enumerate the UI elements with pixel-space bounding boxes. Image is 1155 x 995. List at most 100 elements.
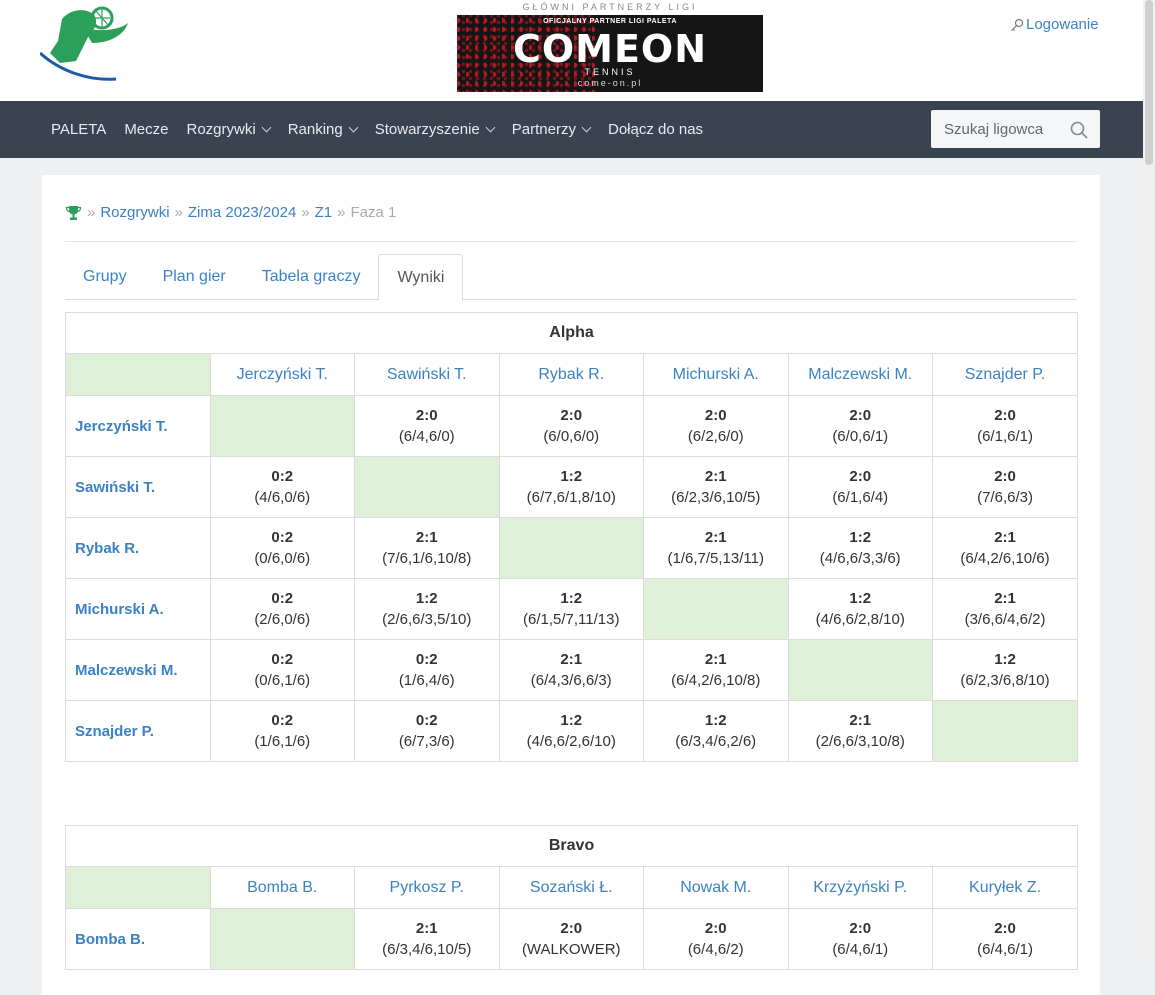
match-score: 0:2 <box>271 468 294 485</box>
tab-plan-gier[interactable]: Plan gier <box>145 254 244 300</box>
column-player-pyrkosz-p[interactable]: Pyrkosz P. <box>354 866 500 909</box>
result-cell[interactable]: 1:2 (4/6,6/3,3/6) <box>787 517 933 579</box>
scrollbar[interactable] <box>1143 0 1155 966</box>
result-cell[interactable]: 0:2 (1/6,4/6) <box>354 639 500 701</box>
result-cell[interactable]: 0:2 (2/6,0/6) <box>209 578 355 640</box>
nav-item-stowarzyszenie[interactable]: Stowarzyszenie <box>374 121 496 138</box>
breadcrumb-item-faza-1: Faza 1 <box>350 204 397 221</box>
result-cell[interactable]: 2:0 (6/1,6/1) <box>931 395 1079 457</box>
result-cell[interactable]: 2:1 (6/4,2/6,10/6) <box>931 517 1079 579</box>
match-score: 2:0 <box>994 407 1016 424</box>
login-link[interactable]: Logowanie <box>1010 16 1099 33</box>
column-player-sawinski-t[interactable]: Sawiński T. <box>354 353 500 396</box>
set-scores: (6/4,3/6,6/3) <box>530 672 612 689</box>
column-player-krzyzynski-p[interactable]: Krzyżyński P. <box>787 866 933 909</box>
result-cell[interactable]: 2:1 (2/6,6/3,10/8) <box>787 700 933 762</box>
result-cell[interactable]: 1:2 (2/6,6/3,5/10) <box>354 578 500 640</box>
result-cell[interactable]: 1:2 (4/6,6/2,6/10) <box>498 700 644 762</box>
result-cell[interactable]: 1:2 (6/1,5/7,11/13) <box>498 578 644 640</box>
column-player-kurylek-z[interactable]: Kuryłek Z. <box>931 866 1079 909</box>
table-row: Bomba B. 2:1 (6/3,4/6,10/5) 2:0 (WALKOWER) 2:… <box>65 908 1079 970</box>
column-player-nowak-m[interactable]: Nowak M. <box>643 866 789 909</box>
paleta-logo[interactable] <box>38 5 135 85</box>
result-cell[interactable]: 2:0 (6/1,6/4) <box>787 456 933 518</box>
result-cell[interactable]: 2:0 (6/4,6/1) <box>931 908 1079 970</box>
tab-wyniki[interactable]: Wyniki <box>378 254 464 301</box>
set-scores: (6/1,5/7,11/13) <box>523 611 620 628</box>
nav-item-rozgrywki[interactable]: Rozgrywki <box>187 121 272 138</box>
result-cell[interactable]: 2:1 (6/4,3/6,6/3) <box>498 639 644 701</box>
result-cell[interactable]: 2:0 (6/4,6/2) <box>643 908 789 970</box>
search-input[interactable] <box>931 111 1061 147</box>
result-cell[interactable]: 1:2 (6/3,4/6,2/6) <box>643 700 789 762</box>
breadcrumb-item-rozgrywki[interactable]: Rozgrywki <box>100 204 169 221</box>
column-player-sznajder-p[interactable]: Sznajder P. <box>931 353 1079 396</box>
nav-menu: PALETA Mecze Rozgrywki Ranking Stowarzyszeni… <box>51 101 721 158</box>
result-cell[interactable]: 2:1 (6/4,2/6,10/8) <box>643 639 789 701</box>
breadcrumb-item-zima-2023-2024[interactable]: Zima 2023/2024 <box>188 204 296 221</box>
tab-grupy[interactable]: Grupy <box>65 254 145 300</box>
set-scores: (6/1,6/1) <box>977 428 1033 445</box>
result-cell[interactable]: 1:2 (4/6,6/2,8/10) <box>787 578 933 640</box>
nav-item-ranking[interactable]: Ranking <box>288 121 359 138</box>
result-cell[interactable]: 0:2 (1/6,1/6) <box>209 700 355 762</box>
row-player-malczewski-m[interactable]: Malczewski M. <box>65 639 211 701</box>
nav-item-mecze[interactable]: Mecze <box>124 121 168 138</box>
result-cell[interactable]: 2:1 (7/6,1/6,10/8) <box>354 517 500 579</box>
sponsor-block: GŁÓWNI PARTNERZY LIGI OFICJALNY PARTNER … <box>457 0 763 93</box>
result-cell[interactable]: 2:0 (6/0,6/0) <box>498 395 644 457</box>
table-row: Michurski A. 0:2 (2/6,0/6) 1:2 (2/6,6/3,5/10… <box>65 578 1079 640</box>
search-icon[interactable] <box>1070 121 1088 139</box>
row-player-jerczynski-t[interactable]: Jerczyński T. <box>65 395 211 457</box>
result-cell[interactable]: 1:2 (6/7,6/1,8/10) <box>498 456 644 518</box>
result-cell[interactable]: 0:2 (4/6,0/6) <box>209 456 355 518</box>
column-player-rybak-r[interactable]: Rybak R. <box>498 353 644 396</box>
match-score: 0:2 <box>415 651 438 668</box>
result-cell[interactable]: 2:0 (6/0,6/1) <box>787 395 933 457</box>
result-cell[interactable]: 2:0 (6/4,6/0) <box>354 395 500 457</box>
column-player-jerczynski-t[interactable]: Jerczyński T. <box>209 353 355 396</box>
column-player-michurski-a[interactable]: Michurski A. <box>643 353 789 396</box>
table-row: Sznajder P. 0:2 (1/6,1/6) 0:2 (6/7,3/6) 1:2 (4… <box>65 700 1079 762</box>
result-cell[interactable]: 2:0 (6/4,6/1) <box>787 908 933 970</box>
result-cell[interactable]: 2:0 (6/2,6/0) <box>643 395 789 457</box>
set-scores: (4/6,6/3,3/6) <box>819 550 901 567</box>
tab-tabela-graczy[interactable]: Tabela graczy <box>244 254 379 300</box>
result-cell[interactable]: 0:2 (0/6,0/6) <box>209 517 355 579</box>
column-player-malczewski-m[interactable]: Malczewski M. <box>787 353 933 396</box>
result-cell[interactable]: 0:2 (6/7,3/6) <box>354 700 500 762</box>
breadcrumb-item-z1[interactable]: Z1 <box>315 204 333 221</box>
row-player-michurski-a[interactable]: Michurski A. <box>65 578 211 640</box>
result-cell[interactable]: 2:1 (6/2,3/6,10/5) <box>643 456 789 518</box>
scrollbar-thumb[interactable] <box>1145 0 1153 165</box>
match-score: 2:0 <box>415 407 438 424</box>
row-player-rybak-r[interactable]: Rybak R. <box>65 517 211 579</box>
set-scores: (2/6,6/3,10/8) <box>815 733 905 750</box>
result-cell[interactable]: 2:0 (WALKOWER) <box>498 908 644 970</box>
nav-item-label: Mecze <box>124 121 169 138</box>
nav-item-dolacz-do-nas[interactable]: Dołącz do nas <box>608 121 703 138</box>
result-cell[interactable]: 2:0 (7/6,6/3) <box>931 456 1079 518</box>
nav-item-partnerzy[interactable]: Partnerzy <box>512 121 592 138</box>
set-scores: (6/4,6/0) <box>398 428 455 445</box>
row-player-sznajder-p[interactable]: Sznajder P. <box>65 700 211 762</box>
row-player-sawinski-t[interactable]: Sawiński T. <box>65 456 211 518</box>
set-scores: (6/2,3/6,8/10) <box>960 672 1050 689</box>
sponsor-banner[interactable]: OFICJALNY PARTNER LIGI PALETA COMEON TEN… <box>457 15 763 92</box>
nav-item-label: Stowarzyszenie <box>374 121 480 138</box>
result-cell[interactable]: 2:1 (3/6,6/4,6/2) <box>931 578 1079 640</box>
set-scores: (6/7,6/1,8/10) <box>526 489 616 506</box>
match-score: 2:0 <box>704 920 727 937</box>
group-title: Bravo <box>64 825 1079 867</box>
result-cell[interactable]: 0:2 (0/6,1/6) <box>209 639 355 701</box>
nav-item-paleta[interactable]: PALETA <box>51 121 106 138</box>
column-player-sozanski-l[interactable]: Sozański Ł. <box>498 866 644 909</box>
main-content: » Rozgrywki» Zima 2023/2024» Z1» Faza 1 Grup… <box>42 175 1100 995</box>
row-player-bomba-b[interactable]: Bomba B. <box>65 908 211 970</box>
result-cell[interactable]: 1:2 (6/2,3/6,8/10) <box>931 639 1079 701</box>
key-icon <box>1011 18 1024 31</box>
set-scores: (0/6,0/6) <box>254 550 311 567</box>
column-player-bomba-b[interactable]: Bomba B. <box>209 866 355 909</box>
result-cell[interactable]: 2:1 (6/3,4/6,10/5) <box>354 908 500 970</box>
result-cell[interactable]: 2:1 (1/6,7/5,13/11) <box>643 517 789 579</box>
